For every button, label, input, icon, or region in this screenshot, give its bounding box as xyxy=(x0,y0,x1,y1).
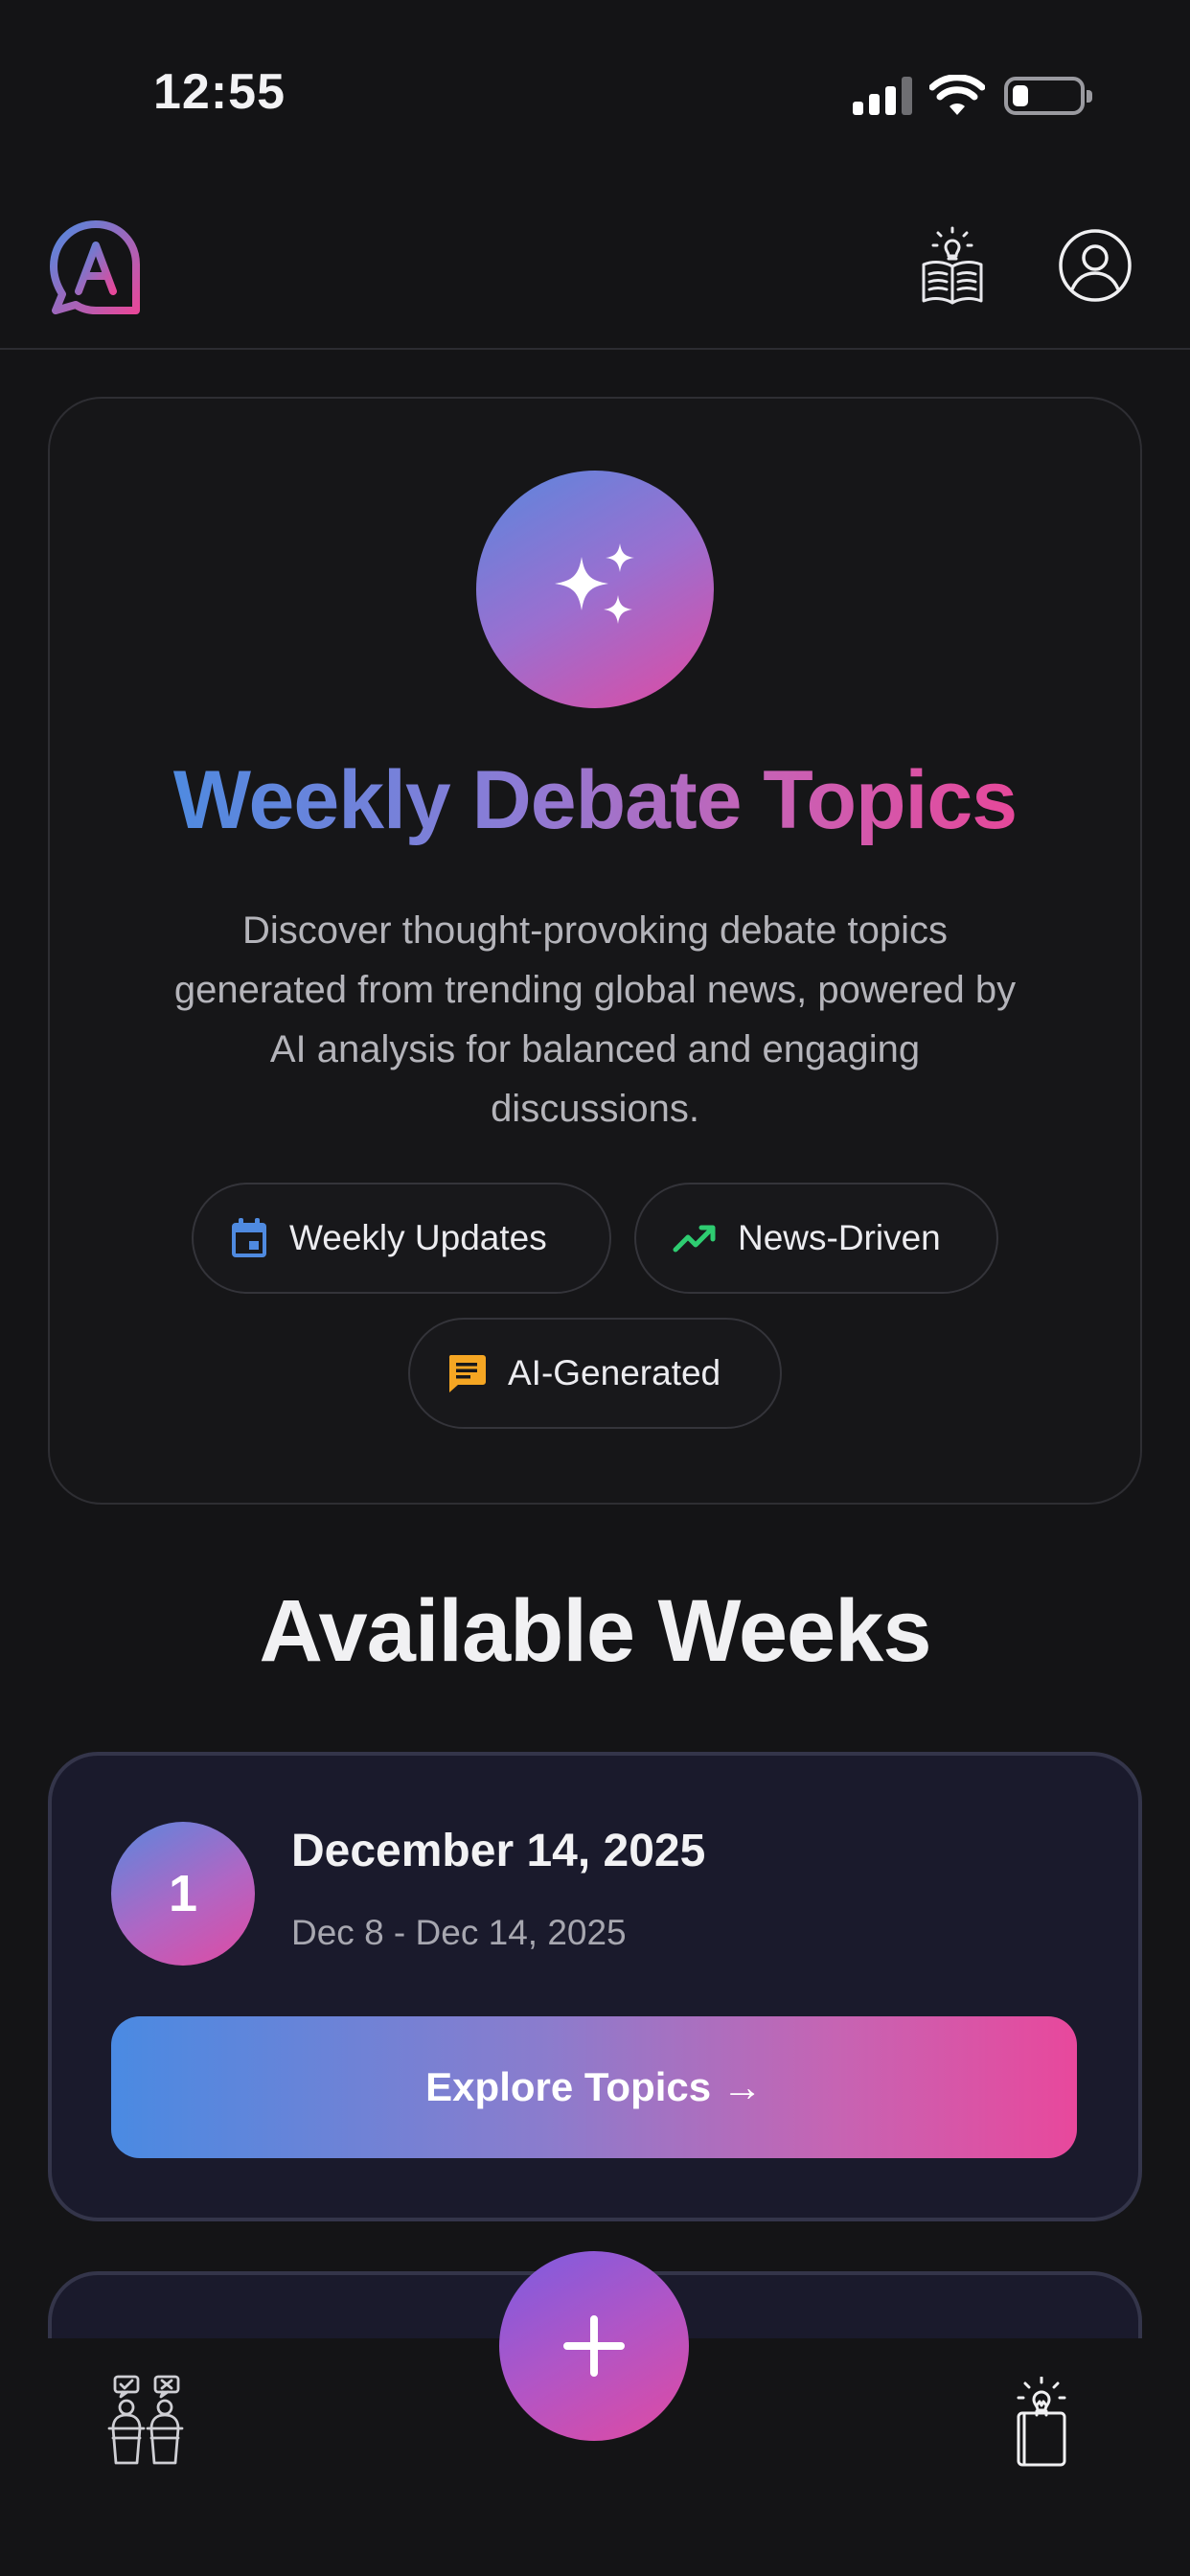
app-header xyxy=(0,192,1190,350)
week-date-range: Dec 8 - Dec 14, 2025 xyxy=(291,1913,627,1952)
feature-chip-weekly-updates: Weekly Updates xyxy=(192,1183,611,1294)
battery-icon xyxy=(1004,77,1092,115)
week-number-badge: 1 xyxy=(111,1822,255,1966)
feature-label: News-Driven xyxy=(738,1218,941,1257)
hero-description: Discover thought-provoking debate topics… xyxy=(173,909,1017,1130)
screen: 12:55 Weekly Debate Topics Discover thou… xyxy=(0,0,1190,2576)
sparkles-badge xyxy=(476,471,714,708)
section-title: Available Weeks xyxy=(259,1582,932,1680)
feature-chip-ai-generated: AI-Generated xyxy=(408,1318,782,1429)
explore-topics-button[interactable]: Explore Topics → xyxy=(111,2016,1077,2158)
hero-title: Weekly Debate Topics xyxy=(172,754,1018,846)
week-title: December 14, 2025 xyxy=(291,1826,706,1876)
trending-up-icon xyxy=(673,1225,716,1253)
chat-icon xyxy=(448,1355,486,1392)
add-button[interactable] xyxy=(499,2251,689,2441)
lightbulb-book-icon[interactable] xyxy=(1010,2377,1073,2467)
status-time: 12:55 xyxy=(153,64,286,120)
wifi-icon xyxy=(929,75,985,115)
lightbulb-book-icon[interactable] xyxy=(920,226,985,305)
sparkles-icon xyxy=(555,543,634,624)
plus-icon xyxy=(563,2315,625,2377)
speech-bubble-a-logo-icon[interactable] xyxy=(46,218,146,318)
feature-chip-news-driven: News-Driven xyxy=(634,1183,998,1294)
debate-podiums-icon[interactable] xyxy=(100,2375,195,2467)
feature-label: AI-Generated xyxy=(508,1353,721,1392)
feature-label: Weekly Updates xyxy=(289,1218,547,1257)
profile-icon[interactable] xyxy=(1058,228,1133,303)
cellular-signal-icon xyxy=(853,77,912,115)
calendar-icon xyxy=(232,1218,266,1257)
